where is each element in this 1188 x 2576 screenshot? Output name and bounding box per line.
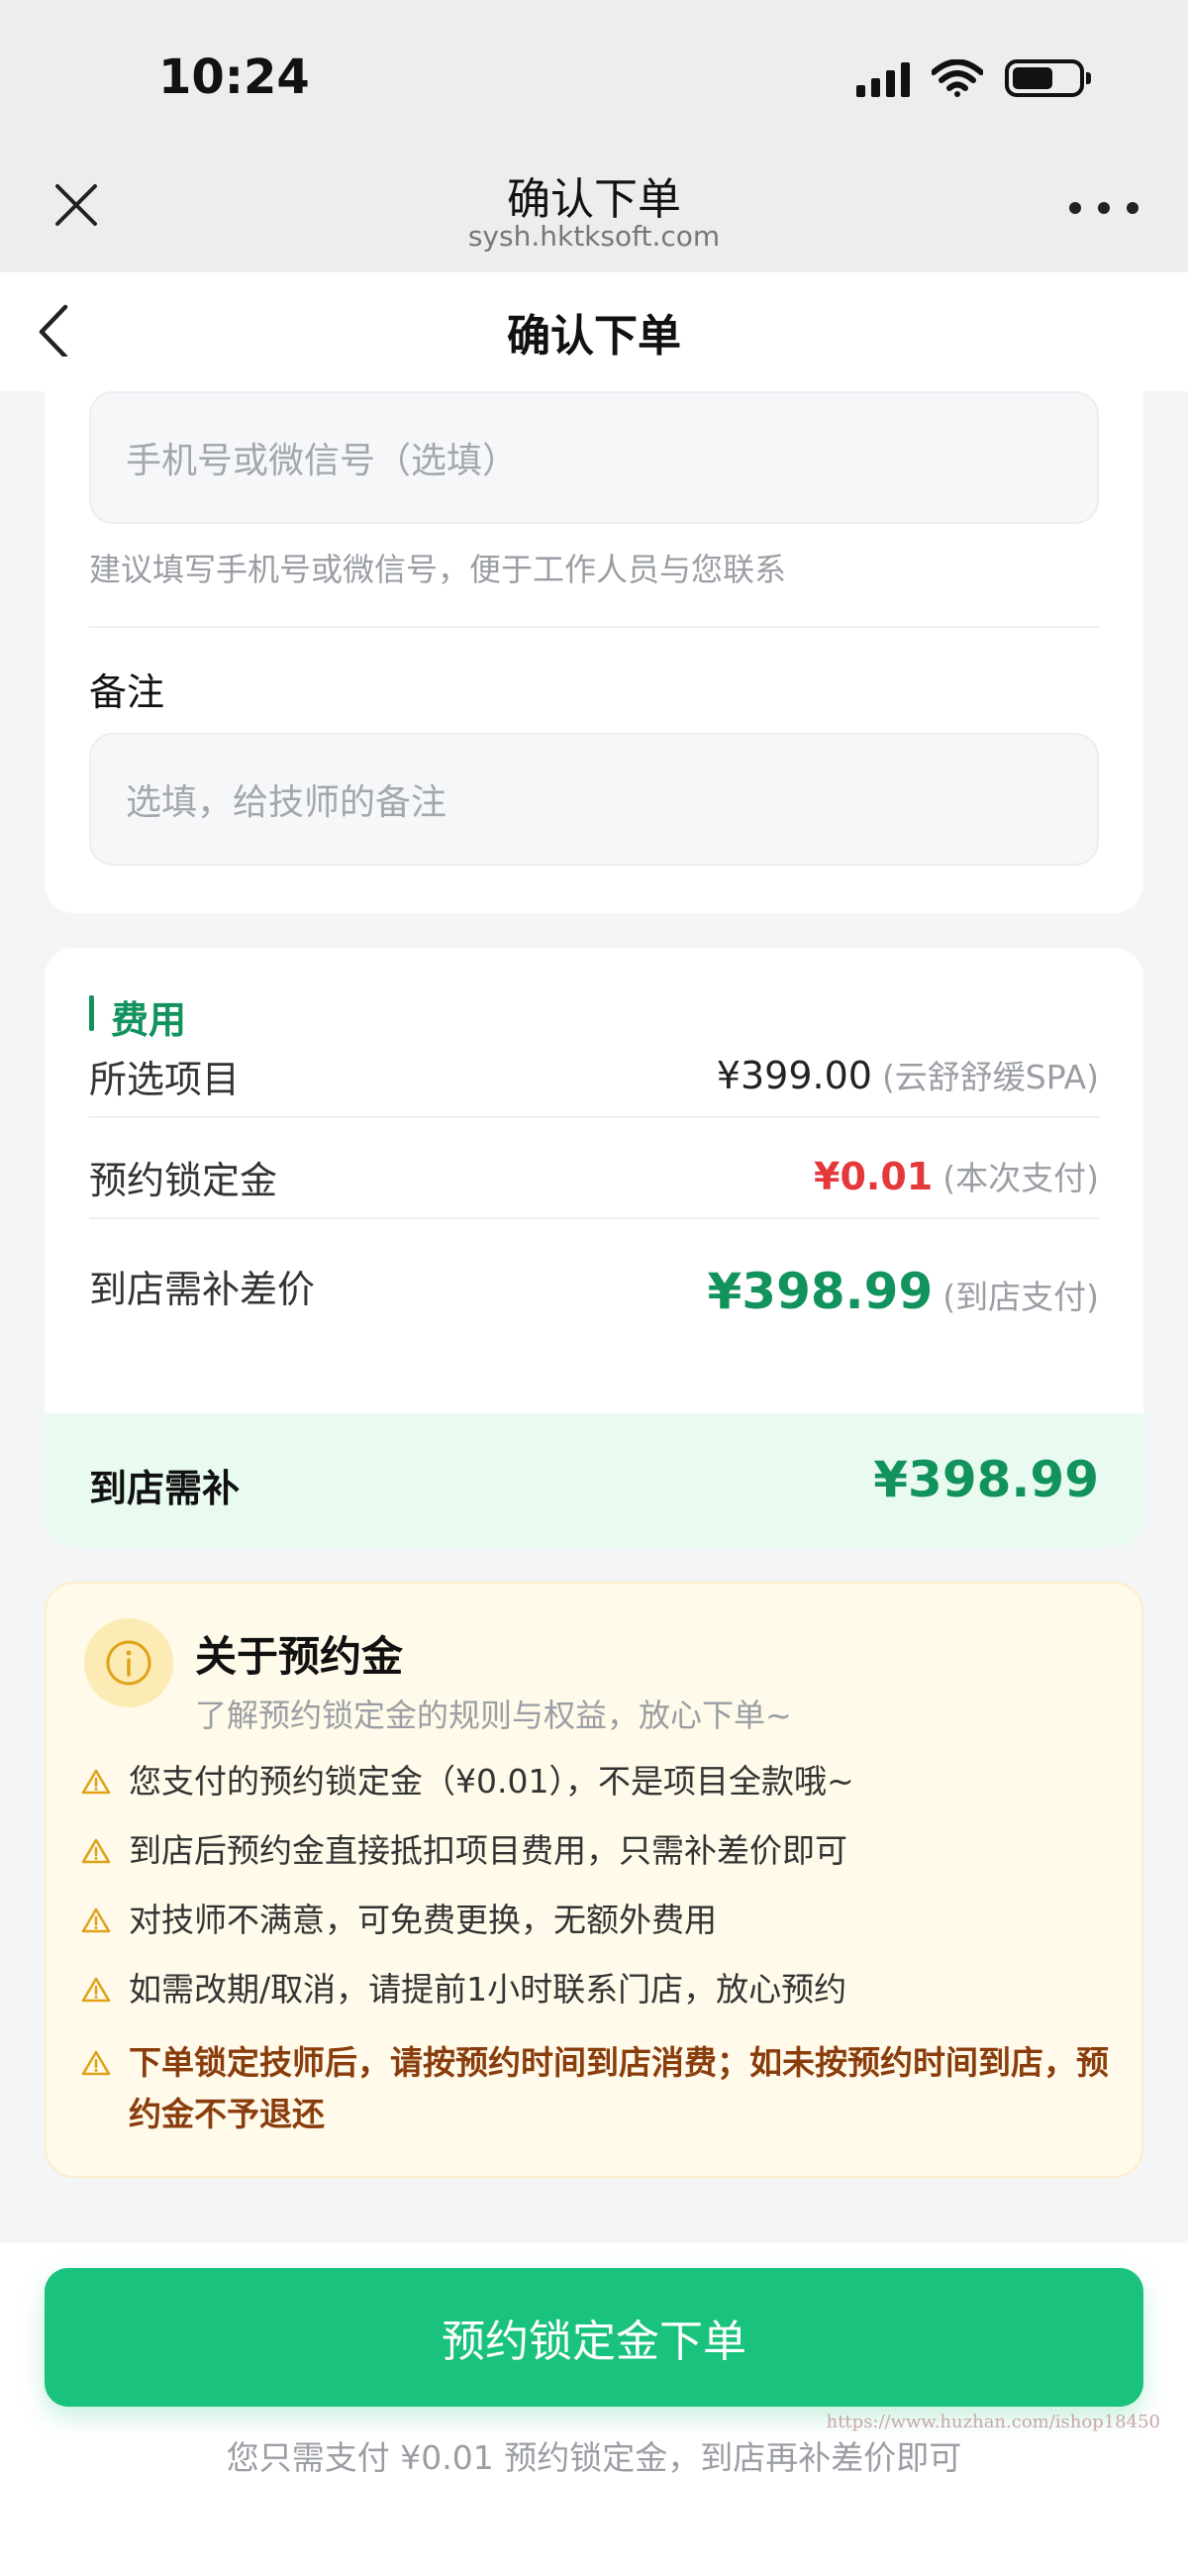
- order-info-card: 手机号或微信号（选填） 建议填写手机号或微信号，便于工作人员与您联系 备注 选填…: [45, 357, 1143, 913]
- remark-placeholder: 选填，给技师的备注: [126, 782, 447, 823]
- notice-item: 您支付的预约锁定金（¥0.01），不是项目全款哦~: [81, 1760, 1111, 1803]
- fee-row-balance: 到店需补差价 ¥398.99 (到店支付): [89, 1229, 1099, 1338]
- notice-text: 下单锁定技师后，请按预约时间到店消费；如未按预约时间到店，预约金不予退还: [129, 2043, 1109, 2133]
- notice-text: 您支付的预约锁定金（¥0.01），不是项目全款哦~: [129, 1762, 854, 1801]
- fee-note: (云舒舒缓SPA): [881, 1058, 1099, 1096]
- deposit-notice-card: 关于预约金 了解预约锁定金的规则与权益，放心下单~ 您支付的预约锁定金（¥0.0…: [45, 1582, 1143, 2178]
- submit-order-button[interactable]: 预约锁定金下单: [45, 2268, 1143, 2407]
- warning-icon: [81, 1760, 115, 1803]
- fee-amount: ¥399.00: [716, 1054, 872, 1097]
- watermark: https://www.huzhan.com/ishop18450: [826, 2412, 1160, 2432]
- notice-text: 到店后预约金直接抵扣项目费用，只需补差价即可: [129, 1831, 847, 1870]
- divider: [89, 1116, 1099, 1118]
- contact-placeholder: 手机号或微信号（选填）: [126, 441, 519, 481]
- notice-title: 关于预约金: [195, 1632, 404, 1681]
- more-options-icon[interactable]: [1069, 198, 1138, 218]
- info-icon: [84, 1618, 173, 1707]
- remark-label: 备注: [89, 670, 165, 714]
- deposit-amount: ¥0.01: [814, 1155, 934, 1198]
- fee-note: (到店支付): [942, 1278, 1099, 1316]
- contact-hint: 建议填写手机号或微信号，便于工作人员与您联系: [89, 551, 787, 588]
- fee-card: 费用 所选项目 ¥399.00 (云舒舒缓SPA) 预约锁定金 ¥0.01 (本…: [45, 948, 1143, 1547]
- remark-input[interactable]: 选填，给技师的备注: [89, 733, 1099, 866]
- contact-input[interactable]: 手机号或微信号（选填）: [89, 391, 1099, 524]
- notice-list: 您支付的预约锁定金（¥0.01），不是项目全款哦~ 到店后预约金直接抵扣项目费用…: [81, 1760, 1111, 2166]
- notice-text: 对技师不满意，可免费更换，无额外费用: [129, 1901, 717, 1939]
- fee-label: 到店需补差价: [89, 1268, 316, 1311]
- notice-item: 如需改期/取消，请提前1小时联系门店，放心预约: [81, 1968, 1111, 2011]
- notice-text: 如需改期/取消，请提前1小时联系门店，放心预约: [129, 1970, 847, 2009]
- warning-icon: [81, 1829, 115, 1873]
- page-title: 确认下单: [507, 311, 681, 361]
- warning-icon: [81, 1968, 115, 2011]
- warning-icon: [81, 1899, 115, 1942]
- wifi-icon: [932, 59, 983, 97]
- divider: [89, 626, 1099, 628]
- status-icons: [856, 57, 1091, 97]
- payment-tip: 您只需支付 ¥0.01 预约锁定金，到店再补差价即可: [226, 2438, 962, 2477]
- fee-label: 所选项目: [89, 1058, 241, 1101]
- status-bar: 10:24: [0, 0, 1188, 149]
- fee-note: (本次支付): [942, 1159, 1099, 1197]
- browser-title: 确认下单: [507, 174, 681, 225]
- notice-item: 对技师不满意，可免费更换，无额外费用: [81, 1899, 1111, 1942]
- notice-item-important: 下单锁定技师后，请按预约时间到店消费；如未按预约时间到店，预约金不予退还: [81, 2037, 1111, 2140]
- total-label: 到店需补: [89, 1467, 241, 1510]
- fee-row-deposit: 预约锁定金 ¥0.01 (本次支付): [89, 1128, 1099, 1217]
- notice-subtitle: 了解预约锁定金的规则与权益，放心下单~: [195, 1697, 792, 1734]
- notice-item: 到店后预约金直接抵扣项目费用，只需补差价即可: [81, 1829, 1111, 1873]
- cellular-signal-icon: [856, 61, 910, 97]
- browser-url: sysh.hktksoft.com: [467, 220, 721, 253]
- total-bar: 到店需补 ¥398.99: [45, 1413, 1143, 1547]
- divider: [89, 1217, 1099, 1219]
- total-amount: ¥398.99: [873, 1451, 1099, 1508]
- battery-icon: [1005, 59, 1091, 97]
- status-time: 10:24: [158, 50, 310, 105]
- fee-row-project: 所选项目 ¥399.00 (云舒舒缓SPA): [89, 1027, 1099, 1116]
- bottom-action-bar: 预约锁定金下单 https://www.huzhan.com/ishop1845…: [0, 2243, 1188, 2576]
- balance-amount: ¥398.99: [707, 1263, 934, 1320]
- warning-icon: [81, 2037, 115, 2089]
- browser-header: 确认下单 sysh.hktksoft.com: [0, 149, 1188, 272]
- fee-label: 预约锁定金: [89, 1159, 278, 1202]
